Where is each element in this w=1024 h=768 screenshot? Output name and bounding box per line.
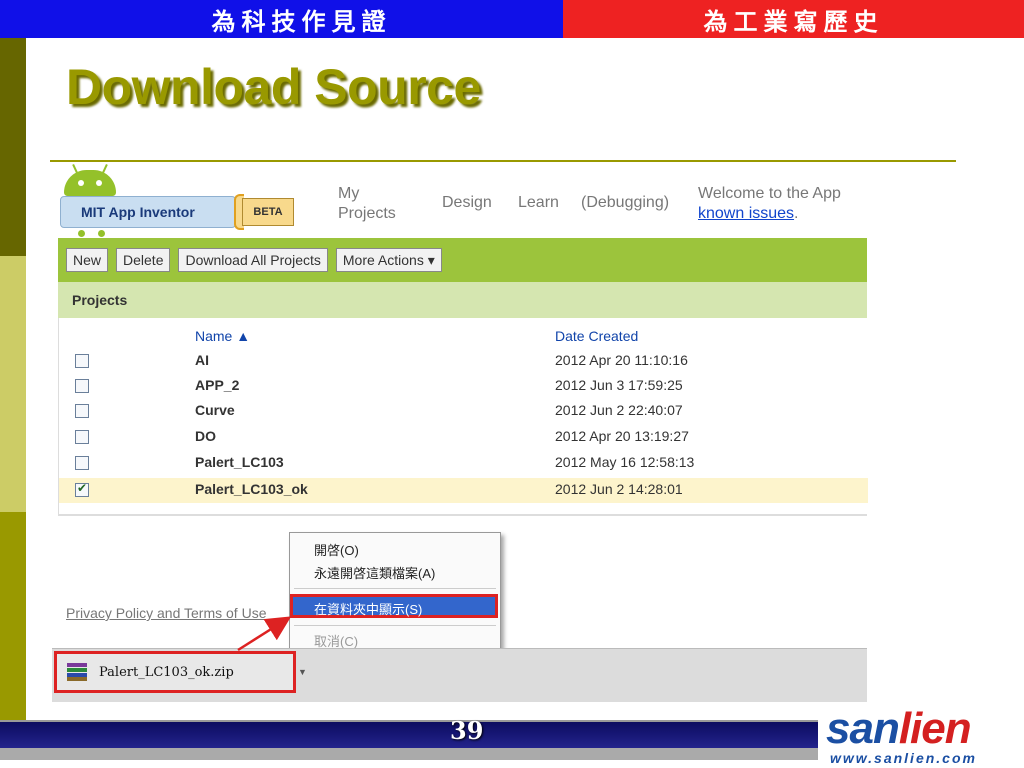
- zip-archive-icon: [67, 663, 87, 681]
- download-item[interactable]: Palert_LC103_ok.zip: [54, 651, 296, 693]
- welcome-suffix: .: [794, 205, 799, 222]
- menu-item-show-in-folder-label: 在資料夾中顯示(S): [314, 602, 423, 617]
- welcome-text: Welcome to the App: [698, 185, 841, 202]
- brand-name-part1: san: [826, 704, 900, 753]
- slide-title: Download Source: [66, 59, 481, 115]
- android-icon: [64, 163, 116, 196]
- project-name[interactable]: Palert_LC103_ok: [195, 481, 308, 497]
- privacy-policy-link[interactable]: Privacy Policy and Terms of Use: [66, 605, 266, 621]
- nav-debugging[interactable]: (Debugging): [581, 193, 669, 213]
- column-header-date[interactable]: Date Created: [555, 328, 638, 344]
- download-menu-arrow-icon[interactable]: ▼: [298, 667, 307, 677]
- welcome-message: Welcome to the App known issues.: [698, 184, 868, 224]
- download-bar: Palert_LC103_ok.zip ▼: [52, 648, 867, 702]
- download-file-name: Palert_LC103_ok.zip: [99, 664, 234, 680]
- menu-item-show-in-folder[interactable]: 在資料夾中顯示(S): [290, 594, 498, 618]
- table-row[interactable]: AI 2012 Apr 20 11:10:16: [59, 349, 868, 374]
- sanlien-logo: sanlien www.sanlien.com: [826, 698, 1016, 768]
- row-checkbox-checked[interactable]: [75, 481, 89, 497]
- table-row[interactable]: Curve 2012 Jun 2 22:40:07: [59, 399, 868, 424]
- download-context-menu: 開啓(O) 永遠開啓這類檔案(A) 在資料夾中顯示(S) 取消(C): [289, 532, 501, 654]
- footer-band-lower: [0, 748, 818, 760]
- project-date: 2012 Apr 20 11:10:16: [555, 352, 688, 368]
- download-all-projects-button[interactable]: Download All Projects: [178, 248, 328, 272]
- banner-right: 為工業寫歷史: [563, 0, 1024, 38]
- banner-left-text: 為科技作見證: [211, 6, 392, 36]
- app-inventor-logo[interactable]: MIT App Inventor BETA: [60, 163, 300, 238]
- nav-design[interactable]: Design: [442, 193, 492, 213]
- left-stripe-middle: [0, 256, 26, 512]
- project-toolbar: New Delete Download All Projects More Ac…: [58, 238, 867, 282]
- row-checkbox[interactable]: [75, 379, 89, 393]
- project-date: 2012 Jun 2 14:28:01: [555, 481, 683, 497]
- menu-item-always-open[interactable]: 永遠開啓這類檔案(A): [314, 563, 435, 582]
- banner-left: 為科技作見證: [0, 0, 563, 38]
- known-issues-link[interactable]: known issues: [698, 205, 794, 222]
- table-row[interactable]: Palert_LC103 2012 May 16 12:58:13: [59, 451, 868, 476]
- brand-name-part2: lien: [898, 704, 972, 753]
- project-name[interactable]: APP_2: [195, 377, 239, 393]
- menu-separator: [294, 588, 496, 589]
- row-checkbox[interactable]: [75, 354, 89, 368]
- project-date: 2012 Jun 2 22:40:07: [555, 402, 683, 418]
- left-stripe-bottom: [0, 512, 26, 720]
- project-name[interactable]: AI: [195, 352, 209, 368]
- row-checkbox[interactable]: [75, 456, 89, 470]
- title-divider: [50, 160, 956, 162]
- page-number: 39: [450, 716, 484, 745]
- banner-right-text: 為工業寫歷史: [703, 6, 884, 36]
- project-name[interactable]: Curve: [195, 402, 235, 418]
- logo-text: MIT App Inventor: [60, 196, 236, 228]
- row-checkbox[interactable]: [75, 430, 89, 444]
- nav-learn[interactable]: Learn: [518, 193, 559, 213]
- table-row[interactable]: DO 2012 Apr 20 13:19:27: [59, 425, 868, 450]
- project-name[interactable]: Palert_LC103: [195, 454, 284, 470]
- android-foot-icon: [98, 230, 105, 237]
- nav-my-projects[interactable]: My Projects: [338, 184, 408, 224]
- projects-table: Name ▲ Date Created AI 2012 Apr 20 11:10…: [58, 318, 868, 516]
- footer-band: [0, 720, 818, 748]
- left-stripe-top: [0, 38, 26, 256]
- column-header-name[interactable]: Name ▲: [195, 328, 250, 344]
- row-checkbox[interactable]: [75, 404, 89, 418]
- projects-header: Projects: [58, 282, 867, 318]
- project-date: 2012 Jun 3 17:59:25: [555, 377, 683, 393]
- more-actions-dropdown[interactable]: More Actions ▾: [335, 248, 442, 272]
- android-foot-icon: [78, 230, 85, 237]
- project-date: 2012 Apr 20 13:19:27: [555, 428, 689, 444]
- table-row[interactable]: APP_2 2012 Jun 3 17:59:25: [59, 374, 868, 399]
- table-row-selected[interactable]: Palert_LC103_ok 2012 Jun 2 14:28:01: [59, 478, 868, 503]
- brand-url: www.sanlien.com: [830, 750, 977, 766]
- delete-button[interactable]: Delete: [116, 248, 171, 272]
- project-name[interactable]: DO: [195, 428, 216, 444]
- beta-badge: BETA: [242, 198, 294, 226]
- menu-separator: [294, 625, 496, 626]
- new-button[interactable]: New: [66, 248, 109, 272]
- project-date: 2012 May 16 12:58:13: [555, 454, 695, 470]
- menu-item-open[interactable]: 開啓(O): [314, 540, 359, 559]
